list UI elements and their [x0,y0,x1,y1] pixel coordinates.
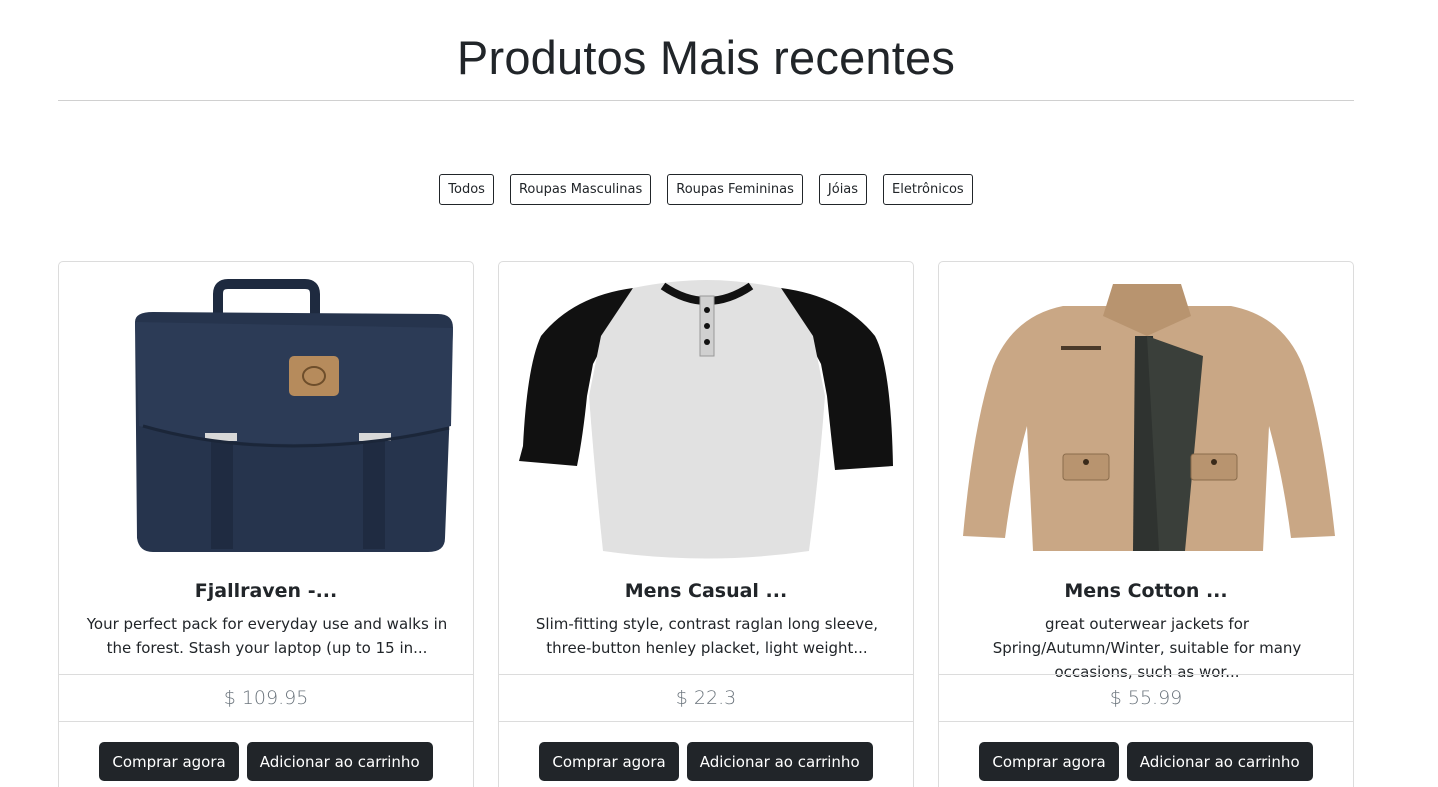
filter-mens-clothing-button[interactable]: Roupas Masculinas [509,174,652,205]
filter-womens-clothing-button[interactable]: Roupas Femininas [667,174,803,205]
category-filters: Todos Roupas Masculinas Roupas Femininas… [0,174,1412,205]
product-price: $ 22.3 [675,687,737,709]
backpack-image[interactable] [73,276,461,564]
filter-all-button[interactable]: Todos [439,174,494,205]
product-title: Fjallraven -... [194,580,338,602]
card-actions: Comprar agora Adicionar ao carrinho [59,742,473,781]
filter-electronics-button[interactable]: Eletrônicos [883,174,973,205]
card-actions: Comprar agora Adicionar ao carrinho [499,742,913,781]
buy-now-button[interactable]: Comprar agora [539,742,679,781]
page-title: Produtos Mais recentes [456,31,956,84]
card-divider [499,721,913,722]
card-divider [59,674,473,675]
product-card: Mens Casual ... Slim-fitting style, cont… [498,261,914,787]
buy-now-button[interactable]: Comprar agora [99,742,239,781]
buy-now-button[interactable]: Comprar agora [979,742,1119,781]
product-card: Mens Cotton ... great outerwear jackets … [938,261,1354,787]
card-divider [59,721,473,722]
card-divider [939,721,1353,722]
product-card: Fjallraven -... Your perfect pack for ev… [58,261,474,787]
product-description: Your perfect pack for everyday use and w… [86,615,448,657]
product-title: Mens Cotton ... [1064,580,1228,602]
card-divider [939,674,1353,675]
card-divider [499,674,913,675]
add-to-cart-button[interactable]: Adicionar ao carrinho [1126,742,1313,781]
card-actions: Comprar agora Adicionar ao carrinho [939,742,1353,781]
product-price: $ 55.99 [1109,687,1183,709]
product-description: Slim-fitting style, contrast raglan long… [535,615,879,657]
filter-jewelry-button[interactable]: Jóias [818,174,868,205]
jacket-image[interactable] [953,276,1341,564]
title-divider [58,100,1354,101]
add-to-cart-button[interactable]: Adicionar ao carrinho [246,742,433,781]
tshirt-image[interactable] [513,276,901,564]
product-title: Mens Casual ... [624,580,788,602]
add-to-cart-button[interactable]: Adicionar ao carrinho [686,742,873,781]
product-price: $ 109.95 [223,687,309,709]
page: Produtos Mais recentes Todos Roupas Masc… [0,0,1438,787]
